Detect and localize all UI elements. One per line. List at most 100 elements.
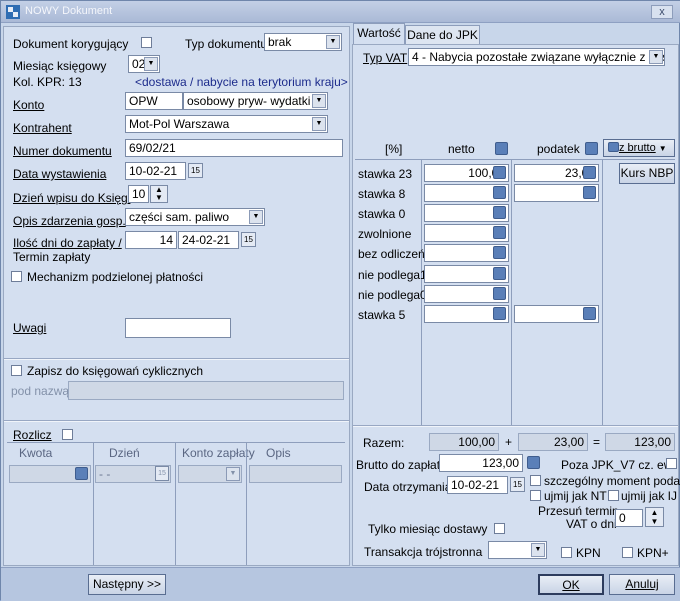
opis-cell[interactable] — [249, 465, 342, 483]
kol-kpr-text: Kol. KPR: 13 — [13, 75, 82, 89]
kontrahent-select[interactable]: Mot-Pol Warszawa ▼ — [125, 115, 328, 133]
z-brutto-label: z brutto — [619, 142, 656, 154]
brutto-label: Brutto do zapłaty — [356, 458, 447, 472]
miesiac-label: Miesiąc księgowy — [13, 59, 107, 73]
calculator-icon[interactable] — [493, 287, 506, 300]
tab-dane-jpk[interactable]: Dane do JPK — [405, 25, 480, 45]
tylko-miesiac-checkbox[interactable] — [494, 523, 505, 534]
nastepny-button[interactable]: Następny >> — [88, 574, 166, 595]
konto-zaplaty-cell[interactable]: ▼ — [178, 465, 242, 483]
kwota-cell[interactable] — [9, 465, 91, 483]
document-window: NOWY Dokument x Dokument korygujący Typ … — [0, 0, 680, 601]
korygujacy-checkbox[interactable] — [141, 37, 152, 48]
calendar-icon[interactable]: 15 — [155, 466, 169, 481]
table-col-line — [602, 160, 603, 425]
col-opis: Opis — [266, 446, 291, 460]
uwagi-label: Uwagi — [13, 321, 47, 335]
razem-podatek-field: 23,00 — [518, 433, 588, 451]
ilosc-dni-field[interactable]: 14 — [125, 231, 177, 249]
data-wystawienia-label: Data wystawienia — [13, 167, 107, 181]
chevron-down-icon[interactable]: ▼ — [312, 117, 326, 131]
stepper-down-icon[interactable]: ▼ — [155, 193, 163, 202]
konto-code-field[interactable]: OPW — [125, 92, 183, 110]
chevron-down-icon: ▼ — [658, 144, 667, 153]
opis-select[interactable]: części sam. paliwo ▼ — [125, 208, 265, 226]
calculator-icon[interactable] — [493, 186, 506, 199]
chevron-down-icon[interactable]: ▼ — [531, 543, 545, 557]
przesun-field[interactable]: 0 — [615, 509, 643, 527]
chevron-down-icon[interactable]: ▼ — [326, 35, 340, 49]
calculator-icon[interactable] — [493, 267, 506, 280]
calendar-icon[interactable]: 15 — [241, 232, 256, 247]
chevron-down-icon[interactable]: ▼ — [312, 94, 326, 108]
ok-button[interactable]: OK — [538, 574, 604, 595]
z-brutto-button[interactable]: z brutto ▼ — [603, 139, 675, 157]
kurs-nbp-button[interactable]: Kurs NBP — [619, 163, 675, 184]
ujmij-nt-label: ujmij jak NT — [544, 489, 607, 503]
calculator-icon[interactable] — [527, 456, 540, 469]
vat-row-label: stawka 23 — [358, 167, 413, 181]
close-button[interactable]: x — [651, 5, 673, 19]
calculator-icon[interactable] — [585, 142, 598, 155]
data-wystawienia-field[interactable]: 10-02-21 — [125, 162, 186, 180]
calculator-icon[interactable] — [493, 166, 506, 179]
kpn-label: KPN — [576, 546, 601, 560]
dzien-stepper[interactable]: ▲ ▼ — [150, 185, 168, 203]
poza-jpk-checkbox[interactable] — [666, 458, 677, 469]
calculator-icon[interactable] — [493, 307, 506, 320]
calendar-icon[interactable]: 15 — [188, 163, 203, 178]
calendar-icon[interactable]: 15 — [510, 477, 525, 492]
opis-label: Opis zdarzenia gosp. — [13, 214, 126, 228]
ujmij-nt-checkbox[interactable] — [530, 490, 541, 501]
mechanizm-label: Mechanizm podzielonej płatności — [27, 270, 204, 284]
chevron-down-icon[interactable]: ▼ — [226, 467, 240, 481]
calculator-icon[interactable] — [493, 226, 506, 239]
stepper-down-icon[interactable]: ▼ — [651, 517, 659, 526]
numer-field[interactable]: 69/02/21 — [125, 139, 343, 157]
stepper-up-icon[interactable]: ▲ — [651, 508, 659, 517]
calculator-icon[interactable] — [493, 206, 506, 219]
zapisz-checkbox[interactable] — [11, 365, 22, 376]
header-podatek: podatek — [537, 142, 580, 156]
grid-header-line — [7, 442, 345, 443]
calculator-icon[interactable] — [493, 246, 506, 259]
chevron-down-icon[interactable]: ▼ — [144, 57, 158, 71]
dzien-wpisu-field[interactable]: 10 — [128, 185, 149, 203]
calculator-icon[interactable] — [75, 467, 88, 480]
col-konto-zaplaty: Konto zapłaty — [182, 446, 255, 460]
konto-select[interactable]: osobowy pryw- wydatki ▼ — [183, 92, 328, 110]
tab-wartosc[interactable]: Wartość — [353, 23, 405, 45]
calculator-icon[interactable] — [583, 186, 596, 199]
konto-desc: osobowy pryw- wydatki — [187, 94, 311, 108]
uwagi-field[interactable] — [125, 318, 231, 338]
brutto-field[interactable]: 123,00 — [439, 454, 523, 472]
ilosc-dni-label: Ilość dni do zapłaty / — [13, 236, 122, 250]
chevron-down-icon[interactable]: ▼ — [649, 50, 663, 64]
zapisz-label: Zapisz do księgowań cyklicznych — [27, 364, 204, 378]
ujmij-ij-checkbox[interactable] — [608, 490, 619, 501]
anuluj-button[interactable]: Anuluj — [609, 574, 675, 595]
transakcja-select[interactable]: ▼ — [488, 541, 547, 559]
kpn-plus-checkbox[interactable] — [622, 547, 633, 558]
calculator-icon[interactable] — [583, 307, 596, 320]
vat-row-label: nie podlega0 — [358, 288, 427, 302]
data-otrzymania-field[interactable]: 10-02-21 — [447, 476, 508, 494]
miesiac-select[interactable]: 02 ▼ — [128, 55, 160, 73]
typ-dokumentu-select[interactable]: brak ▼ — [264, 33, 342, 51]
typ-vat-select[interactable]: 4 - Nabycia pozostałe związane wyłącznie… — [408, 48, 665, 66]
szczegolny-checkbox[interactable] — [530, 475, 541, 486]
vat-row-label: nie podlega1 — [358, 268, 427, 282]
chevron-down-icon[interactable]: ▼ — [249, 210, 263, 224]
mechanizm-checkbox[interactable] — [11, 271, 22, 282]
dzien-cell[interactable]: - - 15 — [95, 465, 171, 483]
calculator-icon[interactable] — [583, 166, 596, 179]
kpn-checkbox[interactable] — [561, 547, 572, 558]
przesun-stepper[interactable]: ▲ ▼ — [645, 507, 664, 527]
grid-col-line — [175, 443, 176, 565]
calculator-icon[interactable] — [495, 142, 508, 155]
termin-zaplaty-field[interactable]: 24-02-21 — [178, 231, 239, 249]
data-otrzymania-label: Data otrzymania — [364, 480, 452, 494]
kontrahent-value: Mot-Pol Warszawa — [129, 117, 230, 131]
pod-nazwa-field[interactable] — [68, 381, 344, 400]
rozlicz-checkbox[interactable] — [62, 429, 73, 440]
